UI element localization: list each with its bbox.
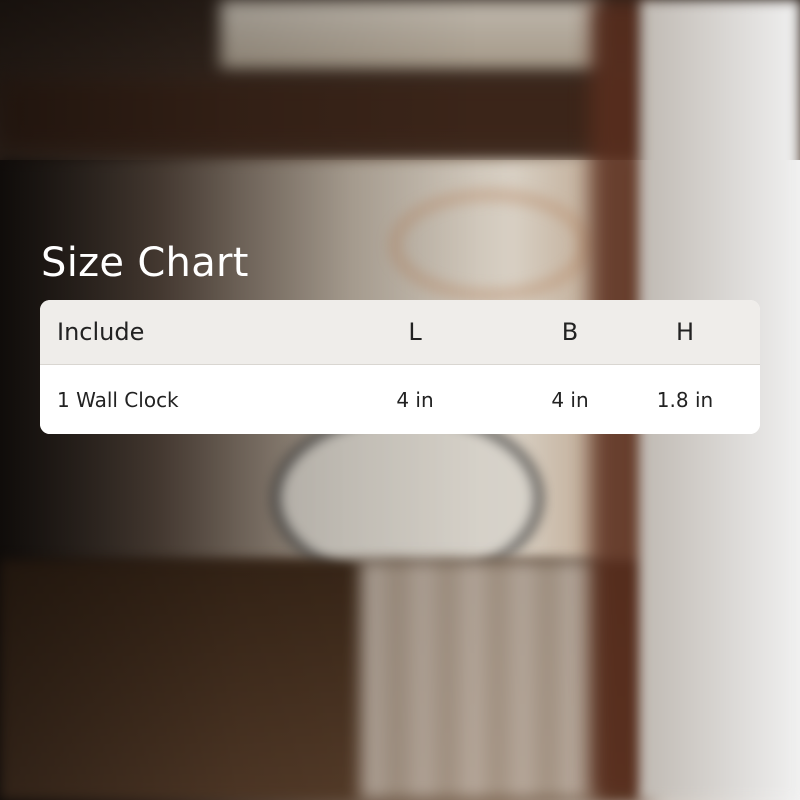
cell-include: 1 Wall Clock [57,387,179,412]
page-title: Size Chart [41,240,249,286]
header-height: H [675,318,695,346]
cell-length: 4 in [396,387,434,412]
cell-height: 1.8 in [656,387,714,412]
table-row: 1 Wall Clock 4 in 4 in 1.8 in [40,365,760,434]
table-header-row: Include L B H [40,300,760,365]
header-include: Include [57,318,145,346]
header-length: L [408,318,422,346]
size-chart-table: Include L B H 1 Wall Clock 4 in 4 in 1.8… [40,300,760,434]
